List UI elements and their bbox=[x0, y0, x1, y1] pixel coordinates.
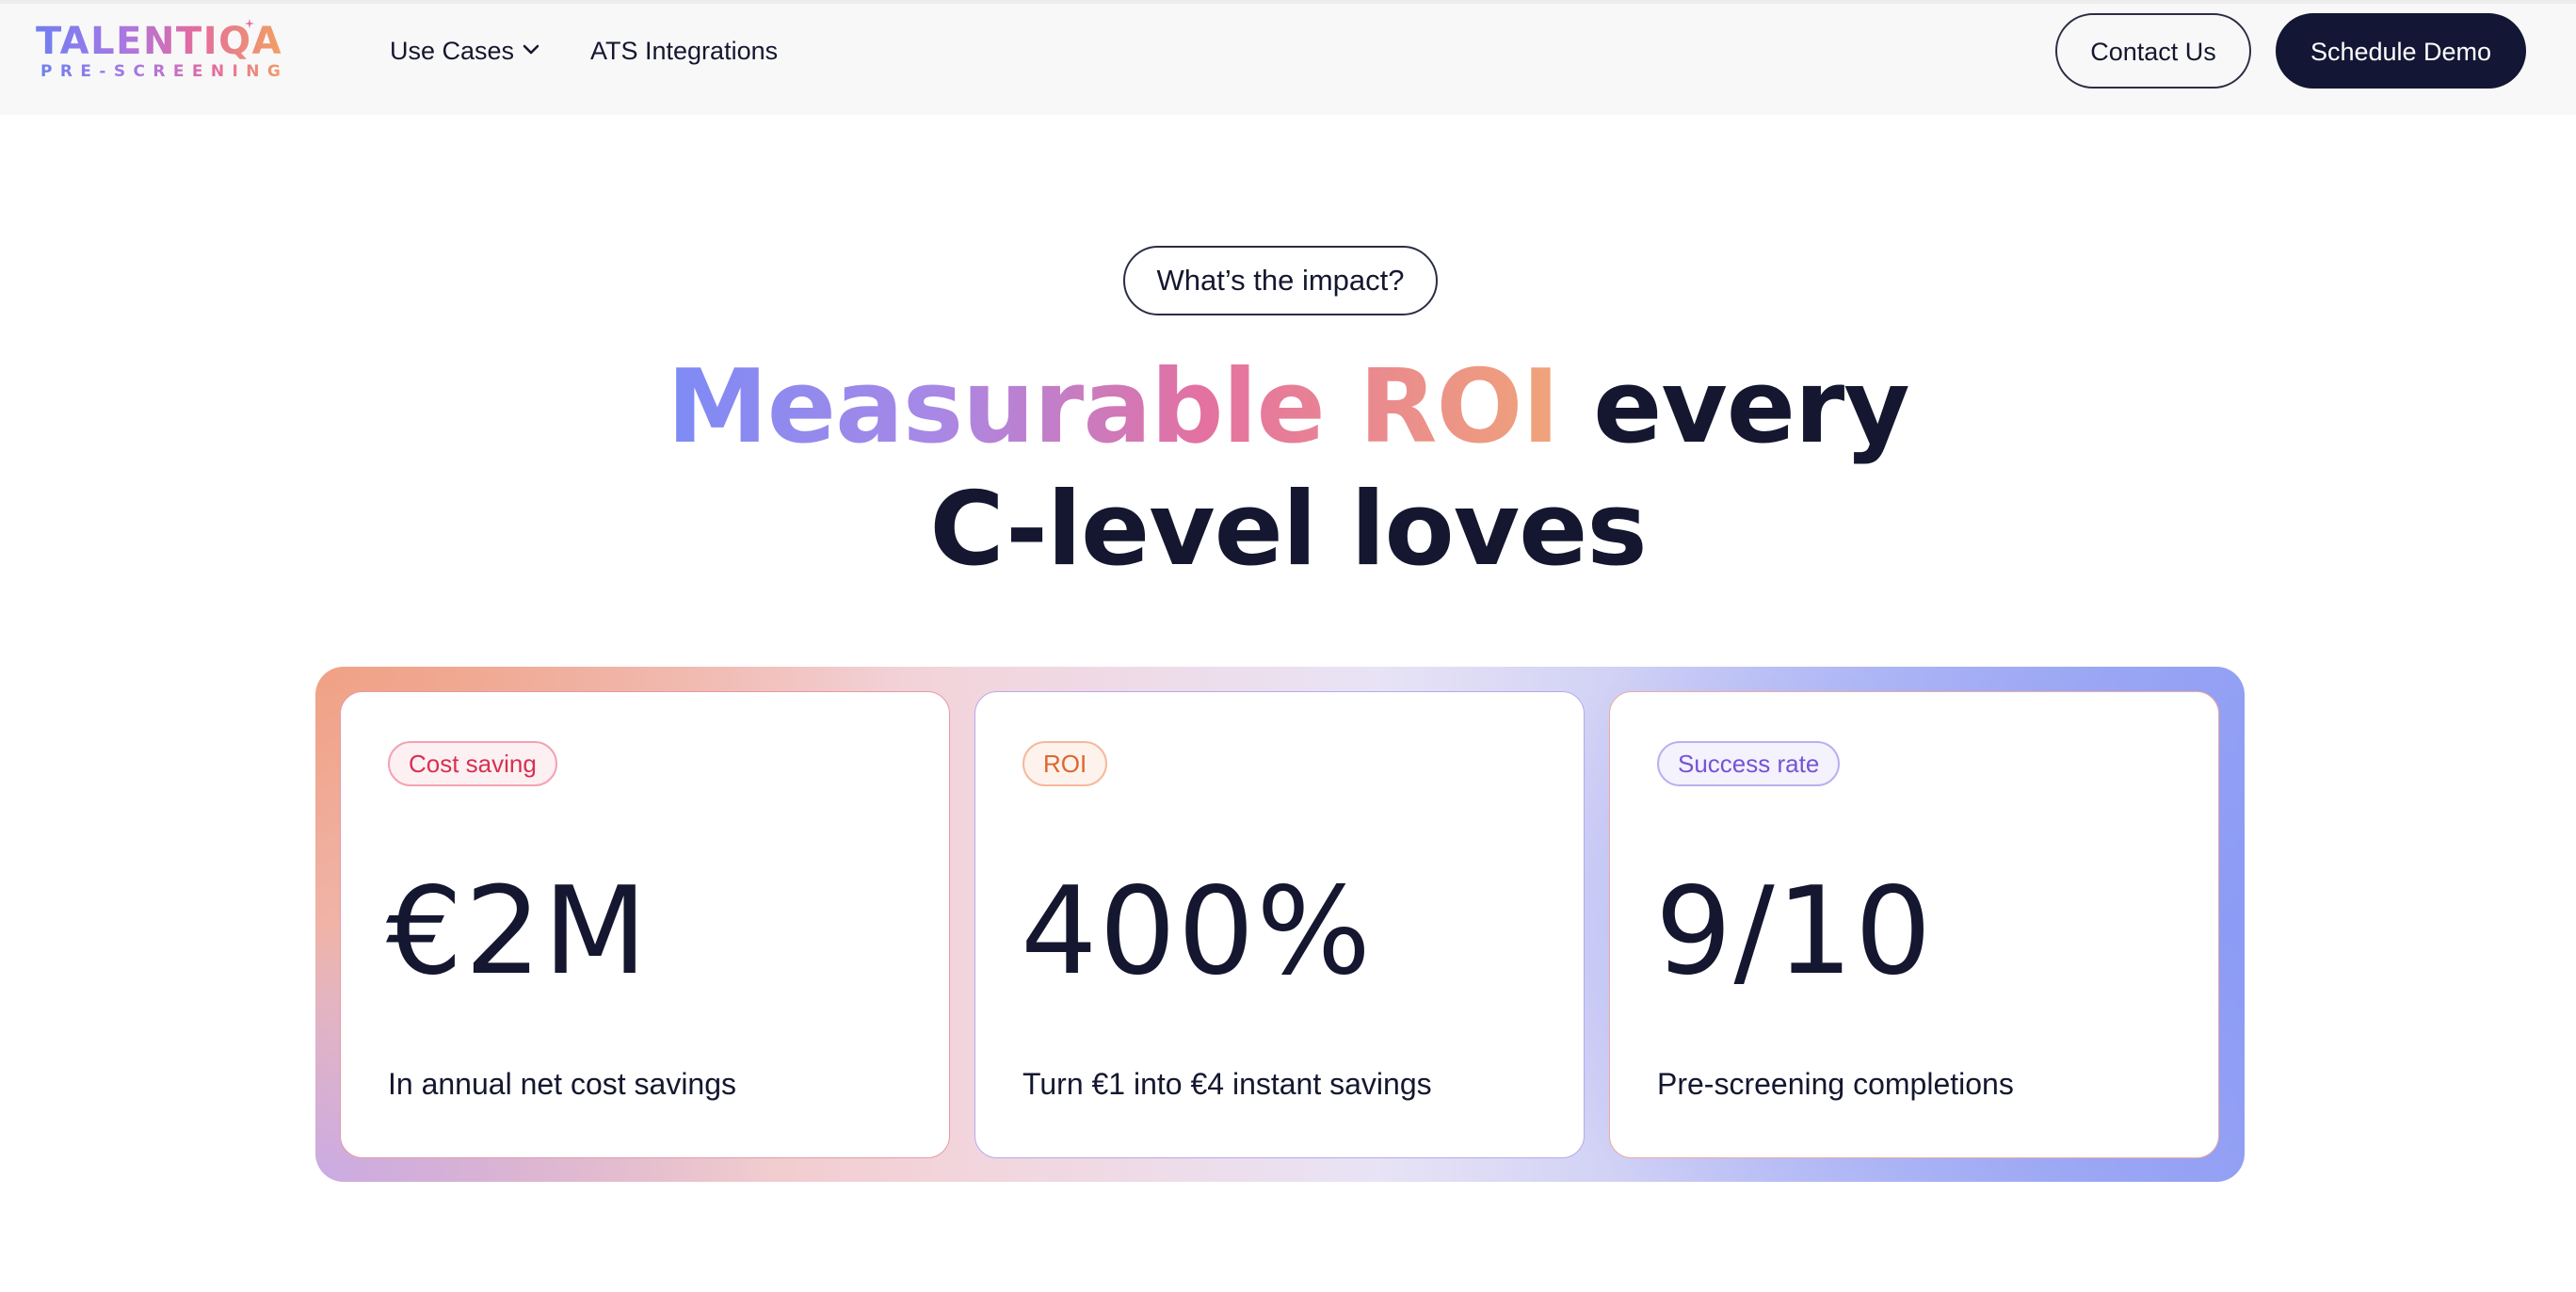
contact-us-button[interactable]: Contact Us bbox=[2055, 13, 2251, 89]
stat-card-roi: ROI 400% Turn €1 into €4 instant savings bbox=[974, 691, 1585, 1158]
stat-value: €2M bbox=[386, 862, 650, 1002]
stat-description: Turn €1 into €4 instant savings bbox=[1022, 1067, 1432, 1101]
logo-spark-icon bbox=[245, 19, 254, 28]
logo-subtitle: PRE-SCREENING bbox=[40, 62, 289, 81]
stat-card-cost-saving: Cost saving €2M In annual net cost savin… bbox=[340, 691, 950, 1158]
headline-line1-rest: every bbox=[1558, 348, 1910, 466]
stat-tag: Cost saving bbox=[388, 741, 557, 786]
stat-value: 9/10 bbox=[1655, 862, 1934, 1002]
hero-headline: Measurable ROI every C-level loves bbox=[0, 347, 2576, 591]
section-eyebrow-pill: What’s the impact? bbox=[1123, 246, 1438, 315]
stat-description: Pre-screening completions bbox=[1657, 1067, 2014, 1101]
stat-tag: ROI bbox=[1022, 741, 1108, 786]
stat-card-success-rate: Success rate 9/10 Pre-screening completi… bbox=[1609, 691, 2219, 1158]
stat-value: 400% bbox=[1021, 862, 1373, 1002]
headline-gradient-text: Measurable ROI bbox=[667, 348, 1559, 466]
impact-stats-panel: Cost saving €2M In annual net cost savin… bbox=[315, 667, 2245, 1182]
schedule-demo-button[interactable]: Schedule Demo bbox=[2276, 13, 2526, 89]
nav-ats-integrations[interactable]: ATS Integrations bbox=[590, 32, 778, 70]
talentiqa-logo[interactable]: TALENTIQA PRE-SCREENING bbox=[36, 19, 282, 83]
nav-use-cases[interactable]: Use Cases bbox=[390, 32, 514, 70]
headline-line2: C-level loves bbox=[929, 471, 1647, 589]
chevron-down-icon[interactable] bbox=[522, 43, 540, 57]
stat-description: In annual net cost savings bbox=[388, 1067, 737, 1101]
top-navigation: TALENTIQA PRE-SCREENING Use Cases ATS In… bbox=[0, 0, 2576, 115]
stat-tag: Success rate bbox=[1657, 741, 1841, 786]
